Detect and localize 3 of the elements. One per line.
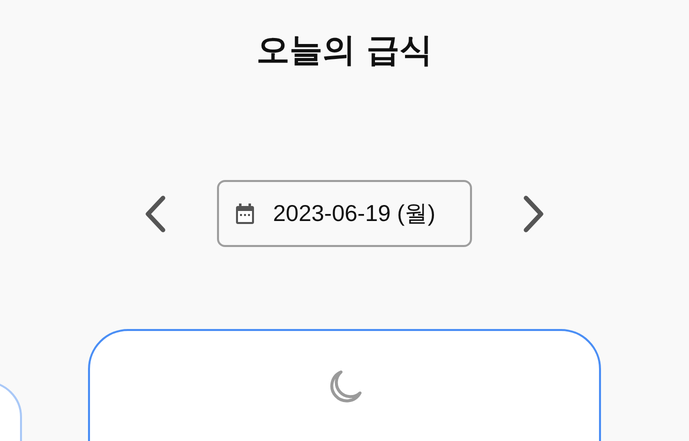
date-value: 2023-06-19 (월) [273,199,436,228]
page-title: 오늘의 급식 [256,29,433,71]
date-field[interactable]: 2023-06-19 (월) [217,180,472,247]
